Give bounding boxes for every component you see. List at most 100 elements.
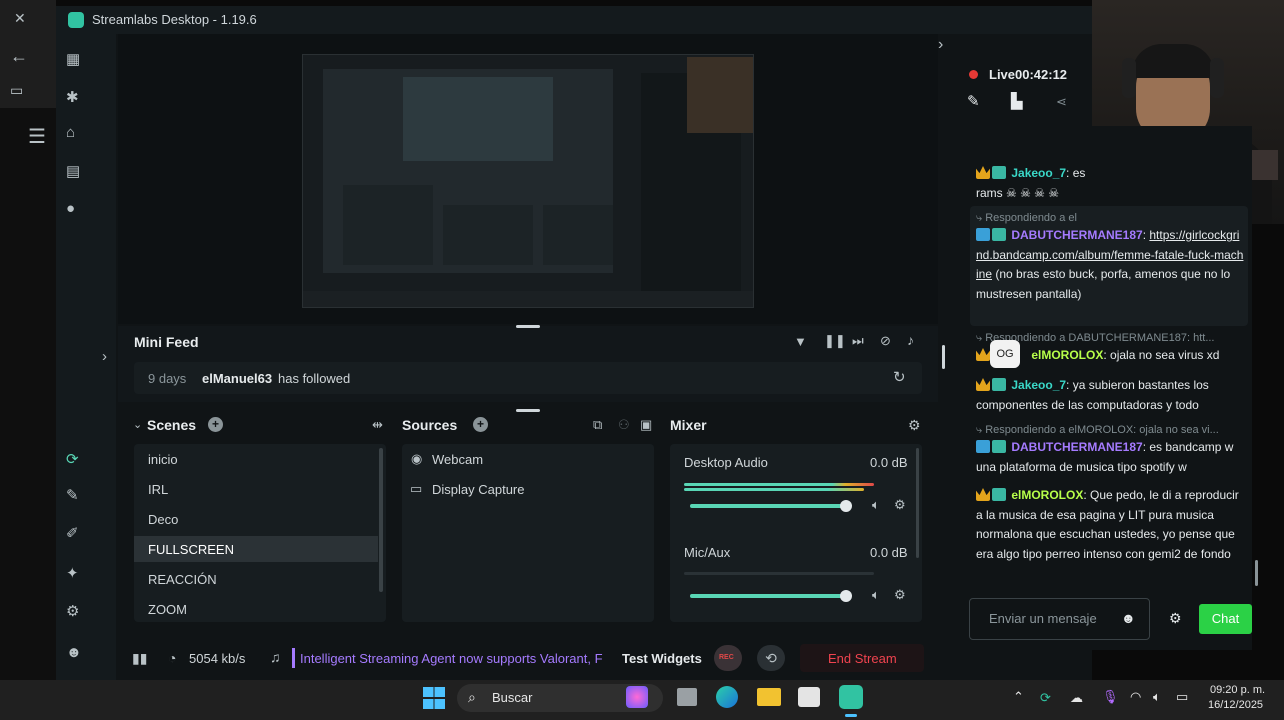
scene-item[interactable]: inicio <box>148 452 178 467</box>
chat-text: ojala no sea virus xd <box>1110 348 1220 362</box>
app-logo-icon <box>68 12 84 28</box>
scene-item[interactable]: REACCIÓN <box>148 572 217 587</box>
performance-icon[interactable]: ▮▮ <box>132 650 147 667</box>
channel-settings-icon[interactable]: ⚙ <box>894 497 906 513</box>
expand-left-icon[interactable]: › <box>102 348 107 365</box>
mixer-channel-name: Mic/Aux <box>684 545 731 560</box>
chat-username[interactable]: DABUTCHERMANE187 <box>1011 440 1142 454</box>
chat-settings-icon[interactable]: ⚙ <box>1169 610 1182 627</box>
skip-icon[interactable]: ⏭ <box>852 333 864 349</box>
clock-date[interactable]: 16/12/2025 <box>1208 699 1263 711</box>
tray-app-icon[interactable]: ⟳ <box>1040 690 1051 706</box>
replay-buffer-icon[interactable]: ⟲ <box>757 645 785 671</box>
desktop-audio-slider[interactable] <box>690 504 846 508</box>
layout-icon[interactable]: ▤ <box>66 162 80 180</box>
sub-badge-icon <box>992 440 1006 453</box>
sub-badge-icon <box>992 378 1006 391</box>
back-arrow-icon[interactable]: ← <box>10 46 28 67</box>
chat-message: elMOROLOX: Que pedo, le di a reproducir … <box>976 488 1239 561</box>
tray-chevron-icon[interactable]: ⌃ <box>1013 689 1024 705</box>
drag-handle-bottom[interactable] <box>516 409 540 412</box>
streamlabs-taskbar-icon[interactable] <box>839 685 863 709</box>
collapse-scenes-icon[interactable]: ⌄ <box>133 418 142 431</box>
user-tooltip: OG <box>990 340 1020 368</box>
drag-handle[interactable] <box>516 325 540 328</box>
scene-item[interactable]: ZOOM <box>148 602 187 617</box>
chat-username[interactable]: Jakeoo_7 <box>1011 166 1066 180</box>
filter-icon[interactable]: ▼ <box>794 334 807 349</box>
record-icon[interactable]: ● <box>66 200 75 217</box>
volume-icon[interactable]: ♪ <box>907 332 914 348</box>
mute-alerts-icon[interactable]: ⊘ <box>880 333 891 349</box>
volume-tray-icon[interactable]: 🔈︎ <box>1153 689 1161 705</box>
speaker-icon[interactable]: 🔈︎ <box>872 497 880 513</box>
mic-slider[interactable] <box>690 594 846 598</box>
notification-ticker[interactable]: Intelligent Streaming Agent now supports… <box>300 651 608 666</box>
scene-item[interactable]: Deco <box>148 512 178 527</box>
chat-send-button[interactable]: Chat <box>1199 604 1252 634</box>
replay-icon[interactable]: ↻ <box>893 368 906 386</box>
edit-stream-icon[interactable]: ✎ <box>967 92 980 110</box>
share-icon[interactable]: ⋖ <box>1056 94 1067 110</box>
scroll-indicator[interactable] <box>942 345 945 369</box>
chat-scrollbar[interactable] <box>1255 560 1258 586</box>
clock-time[interactable]: 09:20 p. m. <box>1210 684 1265 696</box>
copy-source-icon[interactable]: ⧉ <box>593 417 602 433</box>
close-tab-icon[interactable]: ✕ <box>14 10 26 27</box>
editor-icon[interactable]: ▦ <box>66 50 80 68</box>
wifi-icon[interactable]: ◠ <box>1130 689 1141 705</box>
microphone-icon[interactable]: 🎙︎ <box>1102 689 1119 705</box>
chat-username[interactable]: elMOROLOX <box>1011 488 1083 502</box>
task-view-icon[interactable] <box>677 688 697 706</box>
chat-input-placeholder: Enviar un mensaje <box>989 611 1097 626</box>
source-item[interactable]: Webcam <box>432 452 483 467</box>
highlighter-icon[interactable]: ⟳ <box>66 450 79 468</box>
tab-icon[interactable]: ▭ <box>10 82 23 99</box>
scenes-scrollbar[interactable] <box>379 448 383 592</box>
dashboard-icon[interactable]: ▙ <box>1011 92 1023 110</box>
store-icon[interactable]: ⌂ <box>66 124 75 141</box>
store-app-icon[interactable] <box>798 687 820 707</box>
scene-item[interactable]: IRL <box>148 482 168 497</box>
tray-cloud-icon[interactable]: ☁ <box>1070 690 1083 706</box>
magic-icon[interactable]: ✦ <box>66 564 79 582</box>
profile-icon[interactable]: ☻ <box>66 644 82 661</box>
scenes-list <box>134 444 386 622</box>
menu-icon[interactable]: ☰ <box>28 124 46 149</box>
left-nav <box>56 34 116 680</box>
test-widgets-button[interactable]: Test Widgets <box>622 651 702 666</box>
source-item[interactable]: Display Capture <box>432 482 525 497</box>
chat-username[interactable]: elMOROLOX <box>1031 348 1103 362</box>
notification-bell-icon[interactable]: ♫ <box>270 649 281 665</box>
cloudbot-icon[interactable]: ✐ <box>66 524 79 542</box>
scene-transitions-icon[interactable]: ⇹ <box>372 417 383 433</box>
webcam-icon: ◉ <box>411 451 423 466</box>
pause-icon[interactable]: ❚❚ <box>824 333 846 349</box>
file-explorer-icon[interactable] <box>757 688 781 706</box>
browser-sidebar: ✕ ← ▭ ☰ <box>0 0 56 680</box>
desktop-audio-slider-knob[interactable] <box>840 500 852 512</box>
folder-icon[interactable]: ▣ <box>640 417 652 433</box>
speaker-icon[interactable]: 🔈︎ <box>872 587 880 603</box>
start-icon-gap <box>423 697 445 699</box>
mixer-scrollbar[interactable] <box>916 448 919 558</box>
add-source-icon[interactable]: + <box>473 417 488 432</box>
edge-icon[interactable] <box>716 686 738 708</box>
mic-slider-knob[interactable] <box>840 590 852 602</box>
stream-preview[interactable] <box>302 54 754 308</box>
channel-settings-icon[interactable]: ⚙ <box>894 587 906 603</box>
settings-icon[interactable]: ⚙ <box>66 602 79 620</box>
chat-username[interactable]: DABUTCHERMANE187 <box>1011 228 1142 242</box>
scene-item[interactable]: FULLSCREEN <box>148 542 234 557</box>
battery-icon[interactable]: ▭ <box>1176 689 1188 705</box>
alertbox-icon[interactable]: ✎ <box>66 486 79 504</box>
mixer-title: Mixer <box>670 417 707 433</box>
collapse-right-icon[interactable]: › <box>938 36 943 54</box>
search-highlight-icon <box>626 686 648 708</box>
add-scene-icon[interactable]: + <box>208 417 223 432</box>
group-source-icon[interactable]: ⚇ <box>618 417 630 433</box>
themes-icon[interactable]: ✱ <box>66 88 79 106</box>
emoji-icon[interactable]: ☻ <box>1121 610 1136 626</box>
mixer-settings-icon[interactable]: ⚙ <box>908 417 921 434</box>
chat-username[interactable]: Jakeoo_7 <box>1011 378 1066 392</box>
